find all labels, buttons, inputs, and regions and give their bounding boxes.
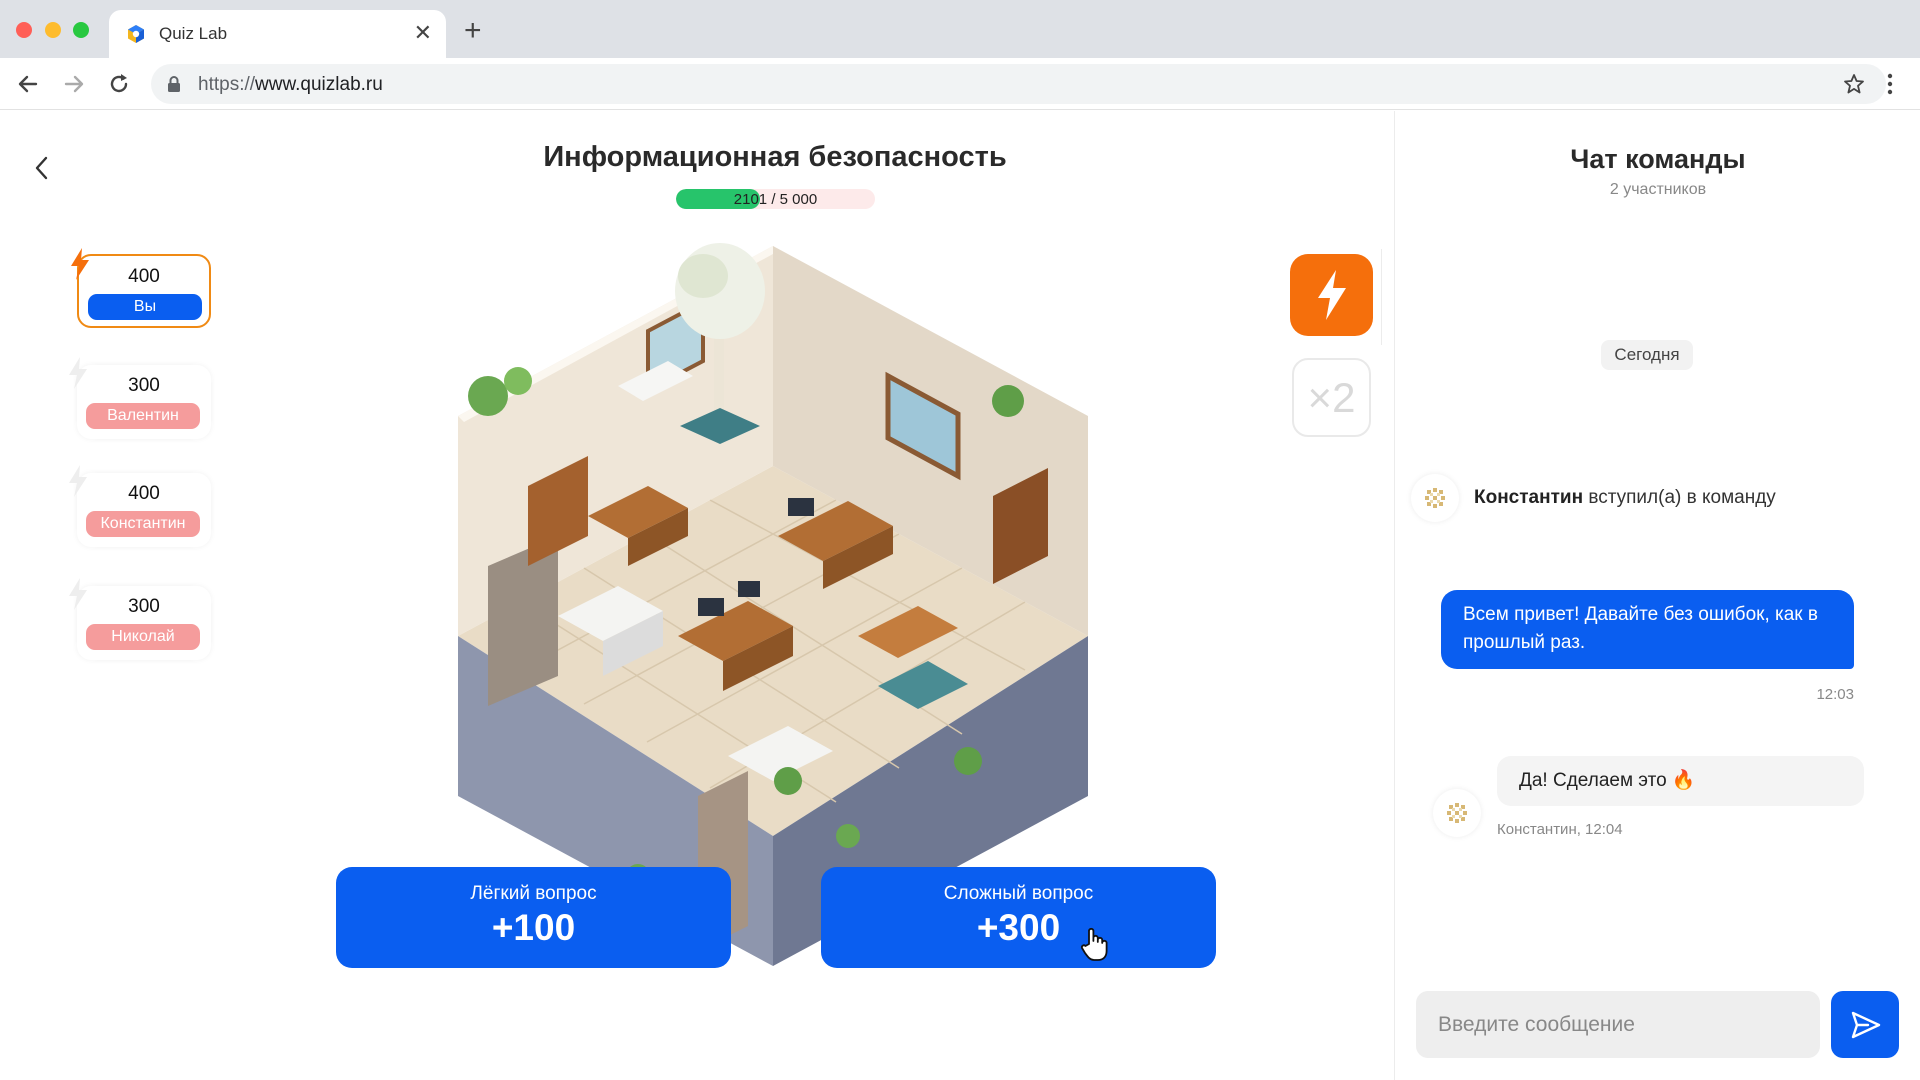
quizlab-favicon-icon bbox=[128, 25, 144, 43]
player-score: 400 bbox=[128, 266, 160, 287]
player-card-valentin: 300 Валентин bbox=[69, 357, 211, 439]
player-score: 400 bbox=[128, 483, 160, 504]
lightning-icon bbox=[1318, 270, 1346, 320]
hand-cursor-icon bbox=[1081, 927, 1108, 961]
tab-title: Quiz Lab bbox=[159, 24, 228, 43]
player-score: 300 bbox=[128, 596, 160, 617]
send-button[interactable] bbox=[1831, 991, 1899, 1058]
maximize-window-button[interactable] bbox=[73, 22, 89, 38]
browser-toolbar: https://www.quizlab.ru bbox=[0, 58, 1920, 110]
hard-question-points: +300 bbox=[976, 907, 1061, 948]
progress-text: 2101 / 5 000 bbox=[733, 191, 818, 208]
avatar bbox=[1433, 789, 1481, 837]
chat-divider bbox=[1394, 111, 1395, 1080]
browser-menu-icon[interactable] bbox=[1880, 70, 1900, 98]
tab-close-icon[interactable]: ✕ bbox=[414, 21, 432, 45]
player-name-badge: Николай bbox=[86, 624, 200, 650]
score-progress-bar: 2101 / 5 000 bbox=[676, 189, 875, 209]
player-card-konstantin: 400 Константин bbox=[69, 465, 211, 547]
x2-label: ×2 bbox=[1307, 374, 1356, 421]
player-card-nikolai: 300 Николай bbox=[69, 578, 211, 660]
easy-question-button[interactable]: Лёгкий вопрос +100 bbox=[336, 867, 731, 968]
isometric-office-illustration bbox=[458, 243, 1088, 966]
browser-tab-bar: Quiz Lab ✕ + bbox=[0, 0, 1920, 58]
minimize-window-button[interactable] bbox=[45, 22, 61, 38]
lightning-powerup-button[interactable] bbox=[1290, 254, 1373, 336]
pixel-avatar-icon bbox=[1447, 803, 1467, 823]
back-chevron-icon[interactable] bbox=[30, 153, 54, 183]
outgoing-message-time: 12:03 bbox=[1816, 686, 1854, 703]
incoming-message-bubble: Да! Сделаем это 🔥 bbox=[1497, 756, 1864, 806]
hard-question-button[interactable]: Сложный вопрос +300 bbox=[821, 867, 1216, 968]
easy-question-label: Лёгкий вопрос bbox=[470, 883, 597, 904]
quiz-topic-title: Информационная безопасность bbox=[543, 141, 1007, 173]
close-window-button[interactable] bbox=[16, 22, 32, 38]
new-tab-plus-icon[interactable]: + bbox=[464, 16, 482, 46]
incoming-message-meta: Константин, 12:04 bbox=[1497, 821, 1623, 838]
chat-title: Чат команды bbox=[1570, 144, 1746, 174]
url-text[interactable]: https://www.quizlab.ru bbox=[198, 74, 383, 96]
player-score: 300 bbox=[128, 375, 160, 396]
separator bbox=[1381, 249, 1382, 345]
lock-icon bbox=[168, 76, 180, 92]
browser-tab-active[interactable]: Quiz Lab ✕ bbox=[109, 10, 446, 58]
player-name-badge: Валентин bbox=[86, 403, 200, 429]
date-separator: Сегодня bbox=[1601, 340, 1693, 370]
reload-icon[interactable] bbox=[105, 70, 133, 98]
pixel-avatar-icon bbox=[1425, 488, 1445, 508]
message-input[interactable] bbox=[1416, 991, 1820, 1058]
bookmark-star-icon[interactable] bbox=[1842, 72, 1866, 96]
chat-member-count: 2 участников bbox=[1609, 181, 1707, 198]
double-points-powerup-button[interactable]: ×2 bbox=[1292, 358, 1371, 437]
hard-question-label: Сложный вопрос bbox=[943, 883, 1094, 904]
outgoing-message-bubble: Всем привет! Давайте без ошибок, как в п… bbox=[1441, 590, 1854, 669]
forward-arrow-icon[interactable] bbox=[60, 70, 88, 98]
back-arrow-icon[interactable] bbox=[14, 70, 42, 98]
system-join-message: Константин вступил(а) в команду bbox=[1474, 487, 1776, 508]
avatar bbox=[1411, 474, 1459, 522]
send-icon bbox=[1851, 1011, 1881, 1039]
player-name-badge: Вы bbox=[88, 294, 202, 320]
player-name-badge: Константин bbox=[86, 511, 200, 537]
easy-question-points: +100 bbox=[491, 907, 576, 948]
player-card-you: 400 Вы bbox=[71, 248, 211, 328]
address-bar[interactable]: https://www.quizlab.ru bbox=[151, 64, 1886, 104]
quiz-app: Информационная безопасность 2101 / 5 000… bbox=[0, 111, 1920, 1080]
